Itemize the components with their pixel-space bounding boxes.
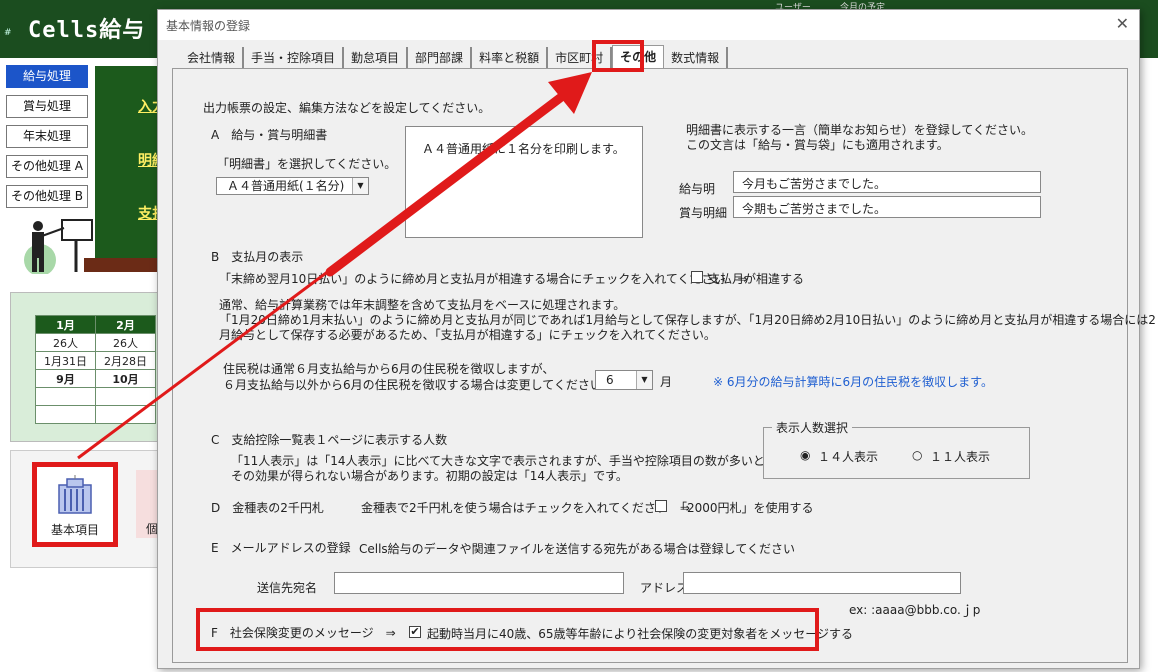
meisai-select[interactable]: Ａ４普通用紙(１名分) ▼	[216, 177, 369, 195]
highlight-tab-other	[592, 40, 644, 72]
kihon-koumoku-button[interactable]: 基本項目	[32, 462, 118, 547]
jumin-text-2: ６月支払給与以外から6月の住民税を徴収する場合は変更してください ⇒	[223, 378, 624, 392]
meisai-select-value: Ａ４普通用紙(１名分)	[227, 179, 345, 193]
section-b-heading: B 支払月の表示	[211, 250, 304, 264]
meisai-preview-text: Ａ４普通用紙に１名分を印刷します。	[422, 142, 625, 156]
calendar-cell: 26人	[35, 333, 96, 352]
dialog-title: 基本情報の登録	[166, 19, 251, 33]
tab-page-other: 出力帳票の設定、編集方法などを設定してください。 A 給与・賞与明細書 「明細書…	[172, 68, 1156, 663]
calendar-header: 2月	[95, 315, 156, 334]
tab-bar: 会社情報 手当・控除項目 勤怠項目 部門部課 料率と税額 市区町村 その他 数式…	[180, 45, 729, 69]
jumin-note: ※ 6月分の給与計算時に6月の住民税を徴収します。	[713, 375, 993, 389]
kyuyo-message-value: 今月もご苦労さまでした。	[742, 177, 887, 191]
calendar-panel: 1月 2月 26人 26人 1月31日 2月28日 9月 10月	[10, 292, 160, 442]
section-e-heading: E メールアドレスの登録	[211, 541, 351, 555]
building-icon	[58, 475, 92, 514]
nisen-label: 「2000円札」を使用する	[675, 501, 814, 515]
kihon-koumoku-label: 基本項目	[50, 523, 99, 537]
radio-14-label: １４人表示	[818, 450, 879, 464]
dialog-titlebar: 基本情報の登録 ✕	[158, 10, 1139, 40]
mail-address-label: アドレス	[640, 581, 689, 595]
calendar-cell	[95, 405, 156, 424]
shoyo-message-value: 今期もご苦労さまでした。	[742, 202, 887, 216]
mail-name-label: 送信先宛名	[257, 581, 318, 595]
tab-allowance[interactable]: 手当・控除項目	[244, 47, 345, 69]
calendar-cell	[35, 387, 96, 406]
mail-address-input[interactable]	[683, 572, 961, 594]
kihon-info-dialog: 基本情報の登録 ✕ 会社情報 手当・控除項目 勤怠項目 部門部課 料率と税額 市…	[157, 9, 1156, 669]
section-d-heading: D 金種表の2千円札	[211, 501, 324, 515]
tab-company[interactable]: 会社情報	[180, 47, 245, 69]
section-b-line1: 「末締め翌月10日払い」のように締め月と支払月が相違する場合にチェックを入れてく…	[219, 272, 748, 286]
hash-mark: #	[4, 28, 12, 38]
left-menu: 給与処理 賞与処理 年末処理 その他処理 A その他処理 B	[6, 65, 90, 215]
jumin-text-1: 住民税は通常６月支払給与から6月の住民税を徴収しますが、	[223, 362, 555, 376]
section-e-desc: Cells給与のデータや関連ファイルを送信する宛先がある場合は登録してください	[359, 542, 795, 556]
nisen-checkbox[interactable]	[655, 500, 667, 512]
shiharai-diff-checkbox[interactable]	[691, 271, 703, 283]
tab-department[interactable]: 部門部課	[408, 47, 473, 69]
tab-formula[interactable]: 数式情報	[664, 47, 729, 69]
mail-name-input[interactable]	[334, 572, 624, 594]
jumin-month-value: 6	[606, 373, 614, 387]
calendar-cell: 9月	[35, 369, 96, 388]
display-count-legend: 表示人数選択	[772, 419, 853, 436]
menu-kyuyo-button[interactable]: 給与処理	[6, 65, 88, 88]
display-count-group: 表示人数選択 ◉ １４人表示 ○ １１人表示	[763, 419, 1030, 479]
section-d-desc: 金種表で2千円札を使う場合はチェックを入れてください ⇒	[361, 501, 690, 515]
chevron-down-icon[interactable]: ▼	[352, 178, 368, 194]
jumin-month-unit: 月	[660, 375, 673, 389]
menu-shoyo-button[interactable]: 賞与処理	[6, 95, 88, 118]
intro-text: 出力帳票の設定、編集方法などを設定してください。	[203, 101, 491, 115]
tab-attendance[interactable]: 勤怠項目	[344, 47, 409, 69]
presenter-icon	[24, 219, 93, 274]
radio-11-icon[interactable]: ○	[912, 448, 922, 462]
close-icon[interactable]: ✕	[1116, 14, 1129, 33]
jumin-month-select[interactable]: 6 ▼	[595, 370, 653, 390]
calendar-cell: 2月28日	[95, 351, 156, 370]
section-b-para3: 月給与として保存する必要があるため、「支払月が相違する」にチェックを入れてくださ…	[219, 328, 716, 342]
calendar-table: 1月 2月 26人 26人 1月31日 2月28日 9月 10月	[35, 315, 156, 424]
section-c-heading: C 支給控除一覧表１ページに表示する人数	[211, 433, 448, 447]
calendar-cell: 1月31日	[35, 351, 96, 370]
highlight-section-f	[196, 608, 819, 651]
calendar-header: 1月	[35, 315, 96, 334]
menu-other-b-button[interactable]: その他処理 B	[6, 185, 88, 208]
meisai-preview-box: Ａ４普通用紙に１名分を印刷します。	[405, 126, 643, 238]
mail-example: ex: :aaaa@bbb.co.ｊp	[849, 603, 981, 617]
menu-other-a-button[interactable]: その他処理 A	[6, 155, 88, 178]
section-c-desc2: その効果が得られない場合があります。初期の設定は「14人表示」です。	[231, 469, 628, 483]
chevron-down-icon[interactable]: ▼	[636, 371, 652, 389]
calendar-cell	[95, 387, 156, 406]
calendar-cell: 26人	[95, 333, 156, 352]
radio-11-label: １１人表示	[930, 450, 991, 464]
shiharai-diff-label: 支払月が相違する	[708, 272, 805, 286]
shoyo-message-input[interactable]: 今期もご苦労さまでした。	[733, 196, 1041, 218]
section-a-heading: A 給与・賞与明細書	[211, 128, 328, 142]
kyuyo-message-input[interactable]: 今月もご苦労さまでした。	[733, 171, 1041, 193]
tab-rate-tax[interactable]: 料率と税額	[472, 47, 549, 69]
calendar-cell: 10月	[95, 369, 156, 388]
meisai-select-prompt: 「明細書」を選択してください。	[217, 157, 397, 171]
message-note-2: この文言は「給与・賞与袋」にも適用されます。	[686, 138, 949, 152]
menu-nenmatsu-button[interactable]: 年末処理	[6, 125, 88, 148]
radio-14-selected-icon[interactable]: ◉	[800, 448, 810, 462]
calendar-cell	[35, 405, 96, 424]
shoyo-message-label: 賞与明細	[679, 206, 728, 220]
kyuyo-message-label: 給与明	[679, 182, 716, 196]
app-title: Cells給与	[28, 18, 146, 43]
